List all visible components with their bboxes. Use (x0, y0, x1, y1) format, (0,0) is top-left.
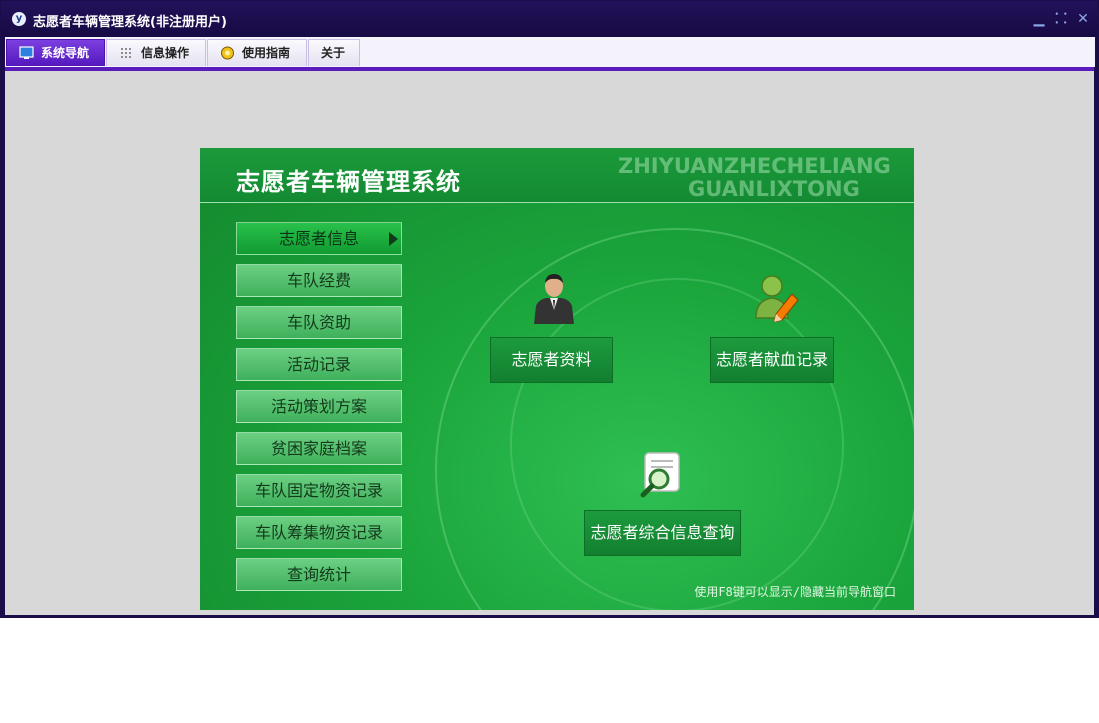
tab-label: 使用指南 (242, 46, 291, 60)
menu-label: 查询统计 (286, 565, 351, 584)
menu-label: 贫困家庭档案 (270, 439, 367, 458)
monitor-icon (19, 46, 34, 59)
volunteer-blood-donation-button[interactable]: 志愿者献血记录 (710, 337, 834, 383)
grid-icon (121, 48, 131, 58)
menu-team-funds[interactable]: 车队经费 (236, 264, 402, 297)
watermark-line-1: ZHIYUANZHECHELIANG (618, 154, 891, 178)
action-label: 志愿者资料 (511, 350, 592, 369)
action-label: 志愿者综合信息查询 (590, 523, 735, 542)
tab-bar: 系统导航 信息操作 使用指南 关于 (5, 37, 1095, 67)
menu-poor-family-archives[interactable]: 贫困家庭档案 (236, 432, 402, 465)
menu-query-statistics[interactable]: 查询统计 (236, 558, 402, 591)
volunteer-comprehensive-query-button[interactable]: 志愿者综合信息查询 (584, 510, 741, 556)
close-icon[interactable]: ✕ (1075, 10, 1091, 28)
menu-raised-supplies-records[interactable]: 车队筹集物资记录 (236, 516, 402, 549)
restore-icon[interactable]: ⸬ (1053, 10, 1069, 28)
panel-title: 志愿者车辆管理系统 (236, 168, 461, 196)
menu-label: 车队筹集物资记录 (254, 523, 383, 542)
window-title: 志愿者车辆管理系统(非注册用户) (33, 15, 227, 30)
menu-team-sponsorship[interactable]: 车队资助 (236, 306, 402, 339)
tab-system-navigation[interactable]: 系统导航 (6, 39, 105, 66)
menu-volunteer-info[interactable]: 志愿者信息 (236, 222, 402, 255)
f8-hint-text: 使用F8键可以显示/隐藏当前导航窗口 (694, 585, 896, 599)
menu-label: 车队固定物资记录 (254, 481, 383, 500)
menu-label: 志愿者信息 (278, 229, 359, 248)
arrow-right-icon (389, 232, 398, 246)
tab-user-guide[interactable]: 使用指南 (207, 39, 307, 66)
tab-info-operations[interactable]: 信息操作 (106, 39, 206, 66)
minimize-icon[interactable]: ▁ (1031, 10, 1047, 28)
menu-fixed-supplies-records[interactable]: 车队固定物资记录 (236, 474, 402, 507)
navigation-panel: 志愿者车辆管理系统 ZHIYUANZHECHELIANG GUANLIXTONG… (200, 148, 914, 610)
menu-label: 活动策划方案 (270, 397, 367, 416)
menu-label: 车队经费 (286, 271, 351, 290)
watermark-line-2: GUANLIXTONG (688, 177, 860, 201)
person-icon[interactable] (530, 270, 578, 326)
menu-label: 车队资助 (286, 313, 351, 332)
globe-inner-decoration (510, 278, 844, 610)
volunteer-profile-button[interactable]: 志愿者资料 (490, 337, 613, 383)
menu-label: 活动记录 (286, 355, 351, 374)
panel-header: 志愿者车辆管理系统 ZHIYUANZHECHELIANG GUANLIXTONG (200, 148, 914, 203)
menu-activity-plans[interactable]: 活动策划方案 (236, 390, 402, 423)
tab-label: 信息操作 (141, 46, 190, 60)
action-label: 志愿者献血记录 (715, 350, 828, 369)
search-document-icon[interactable] (639, 451, 683, 499)
help-circle-icon (221, 46, 234, 60)
user-edit-icon[interactable] (754, 274, 800, 324)
tab-label: 关于 (321, 46, 346, 60)
menu-activity-records[interactable]: 活动记录 (236, 348, 402, 381)
tab-label: 系统导航 (41, 46, 90, 60)
tab-about[interactable]: 关于 (308, 39, 360, 66)
title-bar[interactable]: y 志愿者车辆管理系统(非注册用户) ▁ ⸬ ✕ (1, 1, 1098, 37)
app-logo-icon: y (12, 12, 26, 26)
